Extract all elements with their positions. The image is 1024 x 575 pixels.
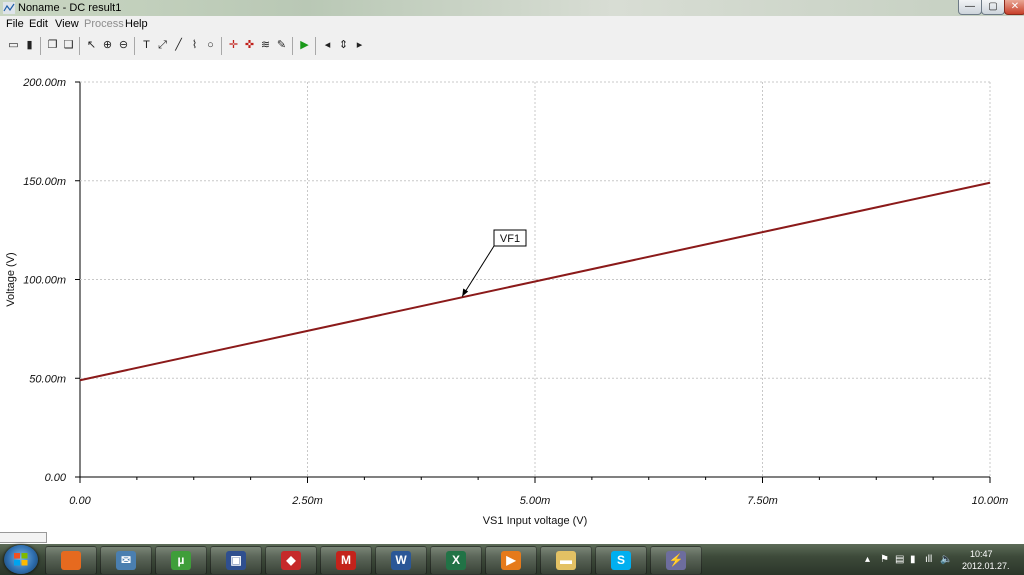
annotation-label: VF1	[500, 233, 520, 245]
title-bar: Noname - DC result1 — ▢ ✕	[0, 0, 1024, 16]
menu-help[interactable]: Help	[125, 18, 148, 30]
excel-icon: X	[446, 551, 466, 570]
taskbar-app[interactable]: µ	[155, 546, 207, 575]
taskbar-app[interactable]: ▶	[485, 546, 537, 575]
step-back-icon[interactable]: ◂	[320, 38, 335, 53]
y-axis-title: Voltage (V)	[5, 252, 17, 306]
volume-icon[interactable]: 🔈	[940, 554, 952, 565]
taskbar-app[interactable]: M	[320, 546, 372, 575]
line-icon[interactable]: ╱	[171, 38, 186, 53]
plot-area: 0.00 2.50m 5.00m 7.50m 10.00m 0.00 50.00m 100.0…	[0, 60, 1024, 530]
probe-icon[interactable]: ✎	[274, 38, 289, 53]
taskbar-app[interactable]: ▣	[210, 546, 262, 575]
signal-icon[interactable]: ıll	[925, 554, 932, 565]
toolbar-separator	[40, 37, 41, 55]
x-tick-label: 10.00m	[972, 495, 1009, 507]
x-tick-label: 5.00m	[520, 495, 551, 507]
x-tick-label: 2.50m	[291, 495, 323, 507]
cross-cursor-icon[interactable]: ✛	[226, 38, 241, 53]
utorrent-icon: µ	[171, 551, 191, 570]
paste-icon[interactable]: ❑	[61, 38, 76, 53]
y-tick-label: 200.00m	[22, 77, 66, 89]
scrollbar-thumb[interactable]	[0, 532, 47, 543]
toolbar: ▭ ▮ ❐ ❑ ↖ ⊕ ⊖ T ⤢ ╱ ⌇ ○ ✛ ✜ ≋ ✎ ▶ ◂ ⇕ ▸	[0, 32, 1024, 61]
taskbar-app[interactable]: W	[375, 546, 427, 575]
x-tick-label: 0.00	[69, 495, 91, 507]
start-button[interactable]	[4, 545, 38, 574]
windows-logo-icon	[14, 553, 28, 566]
circle-icon[interactable]: ○	[203, 38, 218, 53]
maximize-button[interactable]: ▢	[981, 0, 1005, 15]
sd-card-icon[interactable]: ▮	[910, 554, 916, 565]
app-icon	[3, 2, 15, 14]
taskbar-app[interactable]: X	[430, 546, 482, 575]
skype-icon: S	[611, 551, 631, 570]
dc-result-chart[interactable]: 0.00 2.50m 5.00m 7.50m 10.00m 0.00 50.00m 100.0…	[0, 60, 1024, 530]
open-icon[interactable]: ▭	[6, 38, 21, 53]
toolbar-separator	[134, 37, 135, 55]
menu-edit[interactable]: Edit	[29, 18, 48, 30]
tick-labels: 0.00 2.50m 5.00m 7.50m 10.00m 0.00 50.00m 100.0…	[22, 77, 1008, 507]
pointer-icon[interactable]: ↖	[84, 38, 99, 53]
grid	[80, 81, 991, 477]
menu-file[interactable]: File	[6, 18, 24, 30]
action-center-icon[interactable]: ⚑	[880, 554, 889, 565]
y-tick-label: 0.00	[45, 472, 67, 484]
clock-date[interactable]: 2012.01.27.	[962, 561, 1010, 571]
toolbar-separator	[315, 37, 316, 55]
toolbar-separator	[221, 37, 222, 55]
window-title: Noname - DC result1	[18, 2, 122, 14]
taskbar-app[interactable]	[45, 546, 97, 575]
horizontal-scrollbar[interactable]	[0, 530, 1024, 544]
y-tick-label: 100.00m	[23, 275, 66, 287]
clock-time[interactable]: 10:47	[970, 549, 993, 559]
media-icon: ▶	[501, 551, 521, 570]
cursor-line-icon[interactable]: ⌇	[187, 38, 202, 53]
taskbar: ✉ µ ▣ ◆ M W X ▶ ▬ S ⚡ ▴ ⚑ ▤ ▮ ıll 🔈 10:47 2012.01.27.	[0, 544, 1024, 575]
menu-view[interactable]: View	[55, 18, 79, 30]
taskbar-app[interactable]: ⚡	[650, 546, 702, 575]
annotation-leader	[461, 245, 495, 297]
y-tick-label: 150.00m	[23, 176, 66, 188]
firefox-icon	[61, 551, 81, 570]
tina-icon: ⚡	[666, 551, 686, 570]
microchip-icon: M	[336, 551, 356, 570]
zoom-in-icon[interactable]: ⊕	[100, 38, 115, 53]
folder-icon: ▬	[556, 551, 576, 570]
step-updown-icon[interactable]: ⇕	[336, 38, 351, 53]
show-hidden-icon[interactable]: ▴	[865, 554, 870, 565]
close-button[interactable]: ✕	[1004, 0, 1024, 15]
x-tick-label: 7.50m	[747, 495, 778, 507]
copy-icon[interactable]: ❐	[45, 38, 60, 53]
floppy-icon: ▣	[226, 551, 246, 570]
mail-icon: ✉	[116, 551, 136, 570]
toolbar-separator	[292, 37, 293, 55]
y-tick-label: 50.00m	[29, 373, 66, 385]
taskbar-app[interactable]: ▬	[540, 546, 592, 575]
menu-process[interactable]: Process	[84, 18, 124, 30]
taskbar-app[interactable]: S	[595, 546, 647, 575]
save-icon[interactable]: ▮	[22, 38, 37, 53]
minimize-button[interactable]: —	[958, 0, 982, 15]
cursor-pair-icon[interactable]: ✜	[242, 38, 257, 53]
word-icon: W	[391, 551, 411, 570]
text-icon[interactable]: T	[139, 38, 154, 53]
zoom-out-icon[interactable]: ⊖	[116, 38, 131, 53]
menu-bar: File Edit View Process Help	[0, 16, 1024, 32]
marker-icon[interactable]: ⤢	[155, 38, 170, 53]
taskbar-app[interactable]: ✉	[100, 546, 152, 575]
toolbar-separator	[79, 37, 80, 55]
run-icon[interactable]: ▶	[297, 38, 312, 53]
curve-icon[interactable]: ≋	[258, 38, 273, 53]
battery-icon[interactable]: ▤	[895, 554, 904, 565]
step-forward-icon[interactable]: ▸	[352, 38, 367, 53]
taskbar-app[interactable]: ◆	[265, 546, 317, 575]
x-axis-title: VS1 Input voltage (V)	[483, 515, 588, 527]
app-red-icon: ◆	[281, 551, 301, 570]
